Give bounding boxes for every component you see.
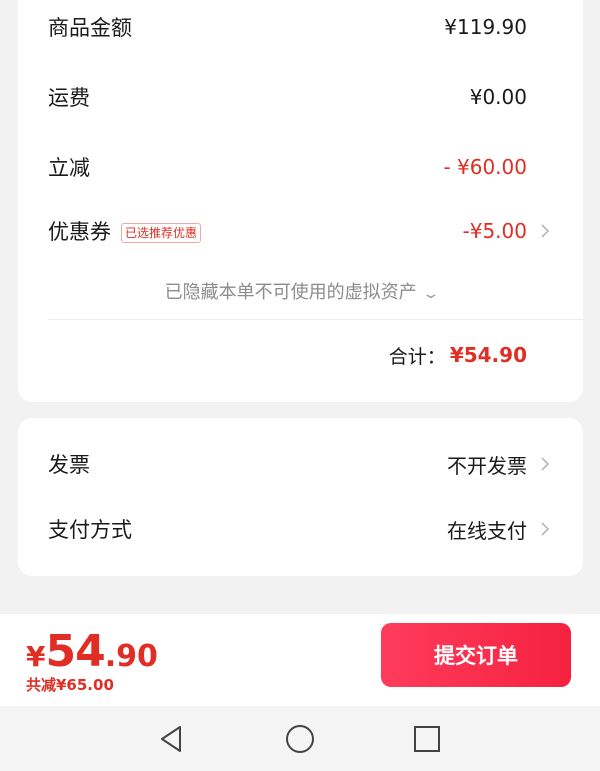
discount-row: 立减 - ¥60.00 [48, 150, 527, 184]
payment-method-row[interactable]: 支付方式 在线支付 [48, 512, 527, 546]
square-recents-icon[interactable] [410, 722, 444, 756]
total-saved: 共减¥65.00 [26, 676, 114, 694]
price-integer: 54 [45, 626, 105, 677]
order-summary-card: 商品金额 ¥119.90 运费 ¥0.00 立减 - ¥60.00 优惠券 已选推… [18, 0, 583, 402]
total-label: 合计： [388, 345, 446, 368]
invoice-payment-card: 发票 不开发票 支付方式 在线支付 [18, 418, 583, 576]
coupon-badge: 已选推荐优惠 [121, 223, 202, 243]
goods-amount-label: 商品金额 [48, 16, 132, 40]
total-row: 合计： ¥54.90 [389, 338, 527, 372]
final-price: ¥54.90 [26, 626, 158, 677]
goods-amount-row: 商品金额 ¥119.90 [48, 10, 527, 44]
payment-label: 支付方式 [48, 518, 132, 542]
chevron-right-icon[interactable] [537, 512, 553, 546]
invoice-label: 发票 [48, 453, 90, 477]
chevron-right-icon[interactable] [537, 447, 553, 481]
price-decimal: .90 [104, 639, 158, 674]
hidden-assets-note: 已隐藏本单不可使用的虚拟资产 [164, 282, 417, 303]
triangle-back-icon[interactable] [155, 722, 189, 756]
discount-value: - ¥60.00 [443, 155, 527, 179]
shipping-label: 运费 [48, 86, 90, 110]
chevron-right-icon[interactable] [537, 214, 553, 248]
coupon-value: -¥5.00 [462, 219, 527, 243]
divider [48, 319, 583, 320]
circle-home-icon[interactable] [283, 722, 317, 756]
coupon-label-group: 优惠券 已选推荐优惠 [48, 216, 202, 246]
invoice-value: 不开发票 [447, 453, 527, 478]
chevron-down-icon: ⌄ [421, 286, 440, 302]
shipping-row: 运费 ¥0.00 [48, 80, 527, 114]
system-navigation-bar [0, 706, 600, 771]
submit-order-button[interactable]: 提交订单 [381, 623, 571, 687]
hidden-assets-toggle[interactable]: 已隐藏本单不可使用的虚拟资产 ⌄ [18, 278, 583, 304]
total-value: ¥54.90 [449, 343, 527, 367]
payment-value: 在线支付 [447, 518, 527, 543]
invoice-row[interactable]: 发票 不开发票 [48, 447, 527, 481]
checkout-bar: ¥54.90 共减¥65.00 提交订单 [0, 614, 600, 706]
shipping-value: ¥0.00 [469, 85, 527, 109]
goods-amount-value: ¥119.90 [444, 15, 527, 39]
currency-symbol: ¥ [26, 640, 46, 673]
coupon-row[interactable]: 优惠券 已选推荐优惠 -¥5.00 [48, 214, 527, 248]
discount-label: 立减 [48, 156, 90, 180]
coupon-label: 优惠券 [48, 220, 111, 244]
